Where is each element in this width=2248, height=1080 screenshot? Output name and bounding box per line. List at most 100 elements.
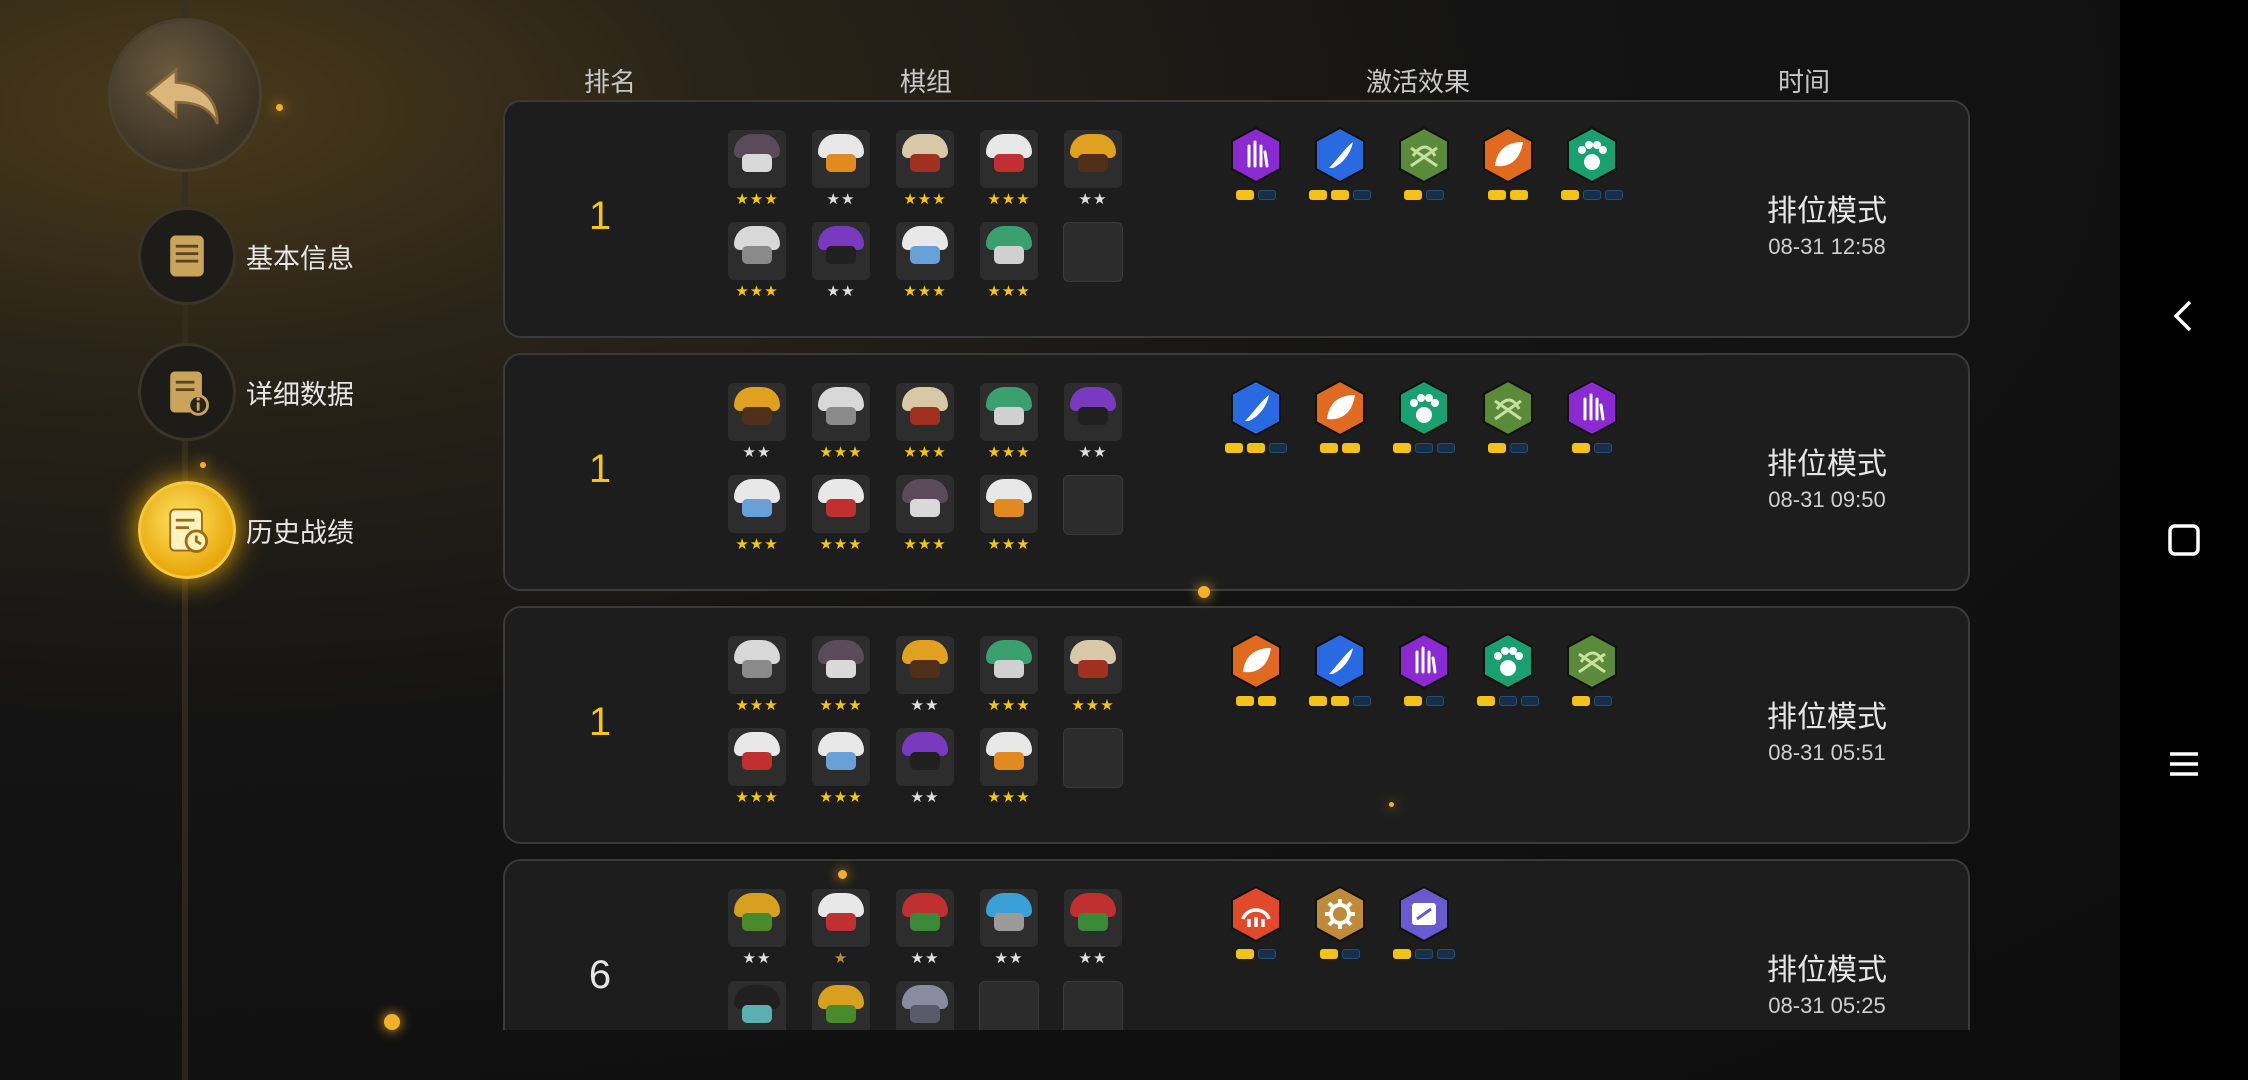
unit-slot[interactable]: ★★★	[799, 475, 883, 557]
unit-slot[interactable]: ★★★	[883, 222, 967, 304]
unit-portrait-icon	[812, 383, 870, 441]
unit-portrait-icon	[896, 981, 954, 1030]
trait-badge[interactable]	[1477, 632, 1539, 706]
trait-badge[interactable]	[1225, 379, 1287, 453]
unit-slot[interactable]: ★★★	[967, 130, 1051, 210]
trait-pip	[1426, 696, 1444, 706]
unit-slot[interactable]: ★★★	[967, 475, 1051, 557]
unit-slot[interactable]: ★★	[883, 636, 967, 716]
unit-lineup: ★★★ ★★ ★★★ ★★★ ★★ ★★★ ★★ ★★★ ★★★	[715, 130, 1135, 304]
unit-slot[interactable]: ★★	[883, 728, 967, 810]
trait-progress	[1572, 696, 1612, 706]
unit-slot[interactable]: ★★★	[715, 130, 799, 210]
trait-badge[interactable]	[1309, 632, 1371, 706]
unit-slot[interactable]: ★★	[1051, 130, 1135, 210]
trait-progress	[1393, 949, 1455, 959]
orange-leaf-icon	[1231, 632, 1281, 690]
trait-badge[interactable]	[1311, 379, 1369, 453]
unit-slot[interactable]: ★★	[1051, 383, 1135, 463]
green-crossbow-icon	[1483, 379, 1533, 437]
trait-pip	[1309, 696, 1327, 706]
trait-pip	[1499, 696, 1517, 706]
unit-portrait-icon	[980, 475, 1038, 533]
unit-slot[interactable]: ★★★	[967, 636, 1051, 716]
trait-badge[interactable]	[1561, 126, 1623, 200]
back-button[interactable]	[108, 18, 262, 172]
unit-slot[interactable]: ★★★	[715, 222, 799, 304]
trait-badge[interactable]	[1395, 126, 1453, 200]
trait-badge[interactable]	[1393, 379, 1455, 453]
unit-slot[interactable]: ★★	[715, 889, 799, 969]
unit-slot[interactable]	[715, 981, 799, 1030]
match-row[interactable]: 6 ★★ ★ ★★ ★★ ★★ 排位模式 08-31 05:25	[503, 859, 1970, 1030]
trait-badge[interactable]	[1479, 379, 1537, 453]
trait-pip	[1415, 949, 1433, 959]
nav-item-basic-info[interactable]: 基本信息	[138, 207, 354, 305]
trait-badge[interactable]	[1311, 885, 1369, 959]
column-header-time: 时间	[1778, 67, 1831, 97]
unit-slot[interactable]: ★★★	[883, 475, 967, 557]
unit-slot[interactable]: ★★★	[715, 728, 799, 810]
unit-portrait-icon	[1064, 889, 1122, 947]
teal-paw-icon	[1399, 379, 1449, 437]
unit-slot[interactable]: ★★★	[967, 222, 1051, 304]
unit-portrait-icon	[1064, 636, 1122, 694]
unit-star-level: ★★★	[987, 283, 1031, 300]
nav-label: 详细数据	[246, 379, 354, 410]
notepad-icon	[138, 207, 236, 305]
rank-value: 1	[588, 447, 612, 491]
nav-item-detailed-data[interactable]: 详细数据	[138, 343, 354, 441]
unit-slot[interactable]: ★★★	[715, 636, 799, 716]
nav-item-match-history[interactable]: 历史战绩	[138, 481, 354, 579]
unit-slot[interactable]: ★★	[799, 222, 883, 304]
match-mode: 排位模式	[1767, 954, 1887, 987]
unit-slot[interactable]: ★★★	[1051, 636, 1135, 716]
unit-slot[interactable]: ★★★	[883, 130, 967, 210]
unit-slot[interactable]: ★★	[715, 383, 799, 463]
unit-slot[interactable]: ★★★	[883, 383, 967, 463]
trait-badge[interactable]	[1393, 885, 1455, 959]
trait-pip	[1510, 190, 1528, 200]
trait-badge[interactable]	[1563, 632, 1621, 706]
match-row[interactable]: 1 ★★★ ★★ ★★★ ★★★ ★★ ★★★ ★★ ★★★ ★★★ 排位模式 08-31 12:58	[503, 100, 1970, 338]
match-mode: 排位模式	[1767, 448, 1887, 481]
trait-badge[interactable]	[1309, 126, 1371, 200]
trait-badge[interactable]	[1563, 379, 1621, 453]
trait-progress	[1236, 696, 1276, 706]
trait-badge[interactable]	[1227, 885, 1285, 959]
system-back-icon[interactable]	[2158, 290, 2210, 342]
green-crossbow-icon	[1567, 632, 1617, 690]
unit-slot[interactable]: ★★★	[799, 728, 883, 810]
unit-slot[interactable]: ★★	[883, 889, 967, 969]
unit-slot[interactable]: ★★	[799, 130, 883, 210]
trait-badge[interactable]	[1395, 632, 1453, 706]
trait-badge[interactable]	[1227, 126, 1285, 200]
unit-slot[interactable]: ★★★	[799, 636, 883, 716]
unit-slot[interactable]: ★★★	[967, 728, 1051, 810]
system-home-icon[interactable]	[2158, 514, 2210, 566]
system-menu-icon[interactable]	[2158, 738, 2210, 790]
trait-progress	[1309, 190, 1371, 200]
unit-slot[interactable]: ★★	[1051, 889, 1135, 969]
trait-pip	[1426, 190, 1444, 200]
trait-badge[interactable]	[1227, 632, 1285, 706]
trait-pip	[1477, 696, 1495, 706]
unit-slot[interactable]: ★★★	[799, 383, 883, 463]
unit-star-level: ★★★	[735, 283, 779, 300]
unit-slot[interactable]: ★★★	[967, 383, 1051, 463]
match-row[interactable]: 1 ★★ ★★★ ★★★ ★★★ ★★ ★★★ ★★★ ★★★ ★★★ 排位模式 08-31 09:5…	[503, 353, 1970, 591]
match-row[interactable]: 1 ★★★ ★★★ ★★ ★★★ ★★★ ★★★ ★★★ ★★ ★★★ 排位模式 08-31 05:5…	[503, 606, 1970, 844]
unit-slot[interactable]	[883, 981, 967, 1030]
unit-slot[interactable]	[799, 981, 883, 1030]
trait-pip	[1247, 443, 1265, 453]
unit-star-level: ★★	[910, 789, 940, 806]
unit-slot[interactable]: ★★★	[715, 475, 799, 557]
history-clock-icon	[138, 481, 236, 579]
match-history-list[interactable]: 1 ★★★ ★★ ★★★ ★★★ ★★ ★★★ ★★ ★★★ ★★★ 排位模式 08-31 12:58…	[503, 100, 1970, 1030]
unit-slot[interactable]: ★	[799, 889, 883, 969]
unit-portrait-icon	[728, 130, 786, 188]
trait-pip	[1488, 190, 1506, 200]
unit-slot[interactable]: ★★	[967, 889, 1051, 969]
trait-badge[interactable]	[1479, 126, 1537, 200]
match-time: 08-31 12:58	[1768, 234, 1886, 259]
